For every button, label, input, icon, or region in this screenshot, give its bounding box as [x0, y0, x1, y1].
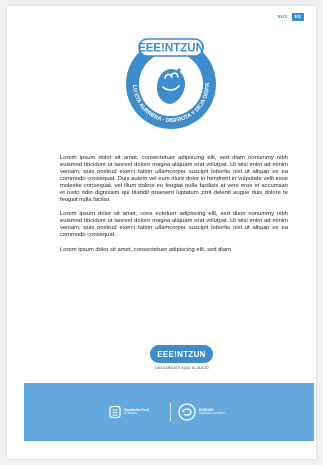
body-paragraph-3: Lorem ipsum dolor sit amet, consectetuer… [60, 246, 231, 253]
download-audio-caption[interactable]: DESCÁRGATE AQUÍ EL AUDIO [127, 366, 237, 370]
footer-divider [170, 403, 171, 421]
document-page: EUS ES SOZIOLU ETA AURRERA · DISFRUTA Y … [7, 6, 316, 459]
download-audio-button-label: EEE!NTZUN [157, 349, 206, 359]
language-switcher: EUS ES [274, 13, 304, 21]
euskadi-emblem-icon [178, 403, 196, 421]
eeentzun-logo: SOZIOLU ETA AURRERA · DISFRUTA Y DEJA DI… [119, 32, 223, 136]
download-audio-button[interactable]: EEE!NTZUN [150, 345, 213, 363]
language-option-es[interactable]: ES [291, 13, 304, 21]
logo-wordmark: EEE!NTZUN [138, 43, 204, 55]
diputacion-emblem-icon [109, 405, 121, 419]
body-paragraph-1: Lorem ipsum dolor sit amet, consectetuer… [60, 155, 288, 204]
sponsor-right-line2: BASQUE COUNTRY [199, 411, 226, 416]
footer-sponsors: Diputación Foral de Bizkaia EUSKADI BASQ… [24, 383, 314, 441]
sponsor-left-line2: de Bizkaia [124, 411, 137, 416]
body-paragraph-2: Lorem ipsum dolor sit amet, cons ectetue… [60, 211, 288, 239]
sponsor-right: EUSKADI BASQUE COUNTRY [177, 383, 225, 441]
language-option-eus[interactable]: EUS [274, 13, 291, 21]
logo-badge-graphic: SOZIOLU ETA AURRERA · DISFRUTA Y DEJA DI… [119, 32, 216, 129]
sponsor-left: Diputación Foral de Bizkaia [108, 383, 149, 441]
body-text: Lorem ipsum dolor sit amet, consectetuer… [60, 155, 288, 261]
